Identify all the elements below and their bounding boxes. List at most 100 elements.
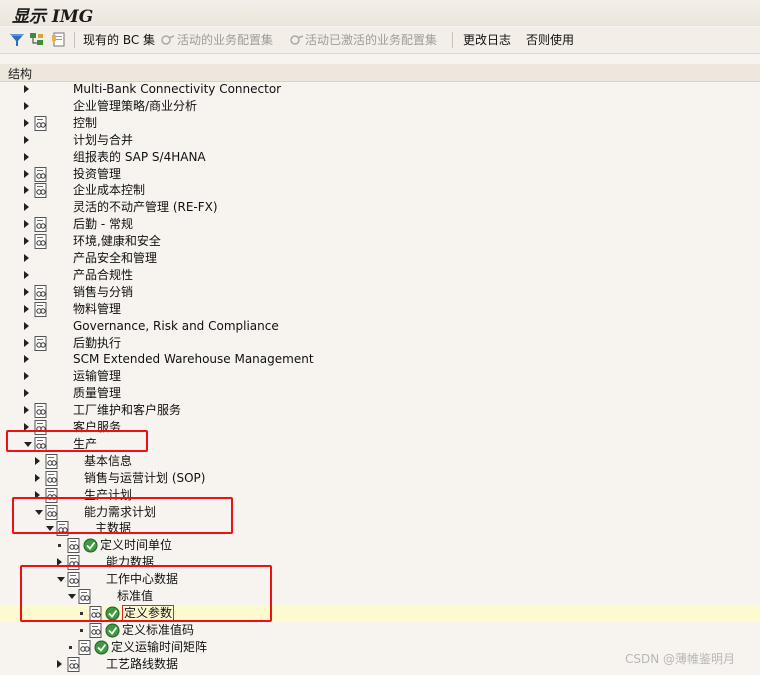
expand-arrow-icon[interactable] (24, 186, 29, 195)
tree-node[interactable]: Multi-Bank Connectivity Connector (0, 81, 760, 98)
tree-node[interactable]: 质量管理 (0, 385, 760, 402)
tree-node[interactable]: 运输管理 (0, 368, 760, 385)
documentation-icon[interactable] (34, 217, 47, 233)
expand-arrow-icon[interactable] (57, 659, 62, 668)
tree-structure-icon[interactable] (28, 31, 46, 49)
expand-arrow-icon[interactable] (24, 389, 29, 398)
tree-node[interactable]: 产品安全和管理 (0, 250, 760, 267)
documentation-icon[interactable] (78, 639, 91, 655)
expand-arrow-icon[interactable] (24, 135, 29, 144)
documentation-icon[interactable] (34, 335, 47, 351)
tree-node[interactable]: 销售与分销 (0, 284, 760, 301)
expand-arrow-icon[interactable] (35, 473, 40, 482)
documentation-icon[interactable] (34, 166, 47, 182)
expand-arrow-icon[interactable] (24, 338, 29, 347)
documentation-icon[interactable] (34, 436, 47, 452)
document-icon[interactable] (50, 31, 68, 49)
execute-icon[interactable] (83, 538, 98, 553)
documentation-icon[interactable] (67, 656, 80, 672)
tree-node[interactable]: 后勤 - 常规 (0, 216, 760, 233)
expand-arrow-icon[interactable] (24, 237, 29, 246)
tree-node[interactable]: 工作中心数据 (0, 571, 760, 588)
documentation-icon[interactable] (34, 420, 47, 435)
expand-arrow-icon[interactable] (24, 355, 29, 364)
documentation-icon[interactable] (45, 470, 58, 486)
expand-arrow-icon[interactable] (24, 152, 29, 161)
tree-node[interactable]: 组报表的 SAP S/4HANA (0, 149, 760, 166)
tree-node[interactable]: 生产计划 (0, 487, 760, 504)
collapse-arrow-icon[interactable] (68, 594, 76, 599)
expand-arrow-icon[interactable] (57, 558, 62, 567)
execute-icon[interactable] (94, 640, 109, 655)
expand-arrow-icon[interactable] (24, 406, 29, 415)
filter-icon[interactable] (8, 31, 26, 49)
active-bc-set-button[interactable]: 活动的业务配置集 (177, 27, 273, 53)
tree-node[interactable]: 能力需求计划 (0, 504, 760, 521)
tree-node[interactable]: 产品合规性 (0, 267, 760, 284)
documentation-icon[interactable] (67, 555, 80, 571)
expand-arrow-icon[interactable] (35, 456, 40, 465)
expand-arrow-icon[interactable] (24, 423, 29, 431)
collapse-arrow-icon[interactable] (57, 577, 65, 583)
documentation-icon[interactable] (34, 183, 47, 199)
documentation-icon[interactable] (56, 521, 69, 537)
tree-node[interactable]: 基本信息 (0, 453, 760, 470)
expand-arrow-icon[interactable] (35, 490, 40, 499)
expand-arrow-icon[interactable] (24, 304, 29, 313)
tree-node[interactable]: 能力数据 (0, 554, 760, 571)
current-bc-set-button[interactable]: 现有的 BC 集 (83, 27, 155, 53)
expand-arrow-icon[interactable] (24, 372, 29, 381)
expand-arrow-icon[interactable] (24, 203, 29, 212)
tree-node[interactable]: 标准值 (0, 588, 760, 605)
tree-node[interactable]: 企业成本控制 (0, 182, 760, 199)
tree-node[interactable]: 物料管理 (0, 301, 760, 318)
documentation-icon[interactable] (89, 605, 102, 621)
documentation-icon[interactable] (34, 403, 47, 419)
expand-arrow-icon[interactable] (24, 287, 29, 296)
tree-node[interactable]: 控制 (0, 115, 760, 132)
documentation-icon[interactable] (34, 115, 47, 131)
expand-arrow-icon[interactable] (24, 270, 29, 279)
documentation-icon[interactable] (34, 234, 47, 250)
execute-icon[interactable] (105, 606, 120, 621)
change-log-button[interactable]: 更改日志 (463, 27, 511, 53)
activated-bc-set-button[interactable]: 活动已激活的业务配置集 (305, 27, 437, 53)
tree-node[interactable]: 投资管理 (0, 166, 760, 183)
tree-node[interactable]: 环境,健康和安全 (0, 233, 760, 250)
execute-icon[interactable] (105, 623, 120, 638)
expand-arrow-icon[interactable] (24, 169, 29, 178)
collapse-arrow-icon[interactable] (35, 509, 43, 515)
tree-node[interactable]: Governance, Risk and Compliance (0, 318, 760, 335)
tree-node[interactable]: 客户服务 (0, 419, 760, 436)
tree-node[interactable]: 定义时间单位 (0, 537, 760, 554)
tree-node[interactable]: 销售与运营计划 (SOP) (0, 470, 760, 487)
expand-arrow-icon[interactable] (24, 254, 29, 262)
tree-node[interactable]: 定义标准值码 (0, 622, 760, 639)
documentation-icon[interactable] (67, 538, 80, 554)
expand-arrow-icon[interactable] (24, 85, 29, 93)
expand-arrow-icon[interactable] (24, 101, 29, 110)
documentation-icon[interactable] (34, 301, 47, 317)
expand-arrow-icon[interactable] (24, 118, 29, 127)
expand-arrow-icon[interactable] (24, 321, 29, 330)
expand-arrow-icon[interactable] (24, 220, 29, 229)
tree-node[interactable]: SCM Extended Warehouse Management (0, 351, 760, 368)
documentation-icon[interactable] (45, 453, 58, 469)
tree-node[interactable]: 主数据 (0, 520, 760, 537)
tree-node[interactable]: 定义参数 (0, 604, 760, 622)
documentation-icon[interactable] (67, 572, 80, 588)
documentation-icon[interactable] (34, 284, 47, 300)
documentation-icon[interactable] (78, 589, 91, 604)
tree-node[interactable]: 工厂维护和客户服务 (0, 402, 760, 419)
documentation-icon[interactable] (45, 487, 58, 503)
documentation-icon[interactable] (89, 622, 102, 638)
tree-node[interactable]: 后勤执行 (0, 335, 760, 352)
collapse-arrow-icon[interactable] (46, 526, 54, 532)
tree-node[interactable]: 企业管理策略/商业分析 (0, 98, 760, 115)
tree-node[interactable]: 生产 (0, 436, 760, 453)
collapse-arrow-icon[interactable] (24, 441, 32, 447)
tree-node[interactable]: 灵活的不动产管理 (RE-FX) (0, 199, 760, 216)
otherwise-use-button[interactable]: 否则使用 (526, 27, 574, 53)
tree-node[interactable]: 计划与合并 (0, 132, 760, 149)
documentation-icon[interactable] (45, 504, 58, 520)
